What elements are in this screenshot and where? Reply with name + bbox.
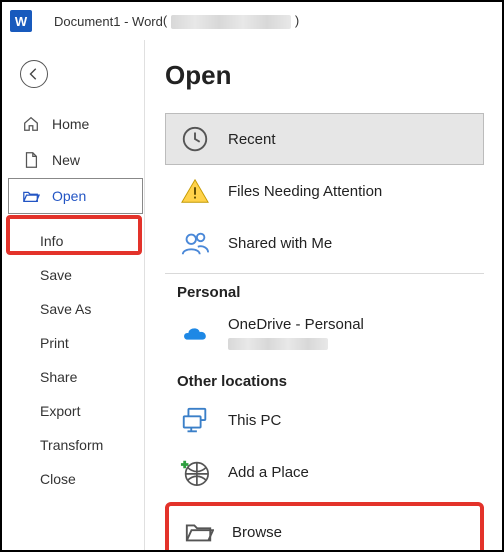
titlebar: W Document1 - Word ( ) bbox=[2, 2, 502, 40]
location-label: OneDrive - Personal bbox=[228, 316, 364, 352]
backstage-sidebar: Home New Open Info Save Save As Print Sh… bbox=[2, 40, 145, 550]
location-label: Files Needing Attention bbox=[228, 183, 382, 200]
highlight-browse: Browse bbox=[165, 502, 484, 550]
warning-icon bbox=[180, 176, 210, 206]
sidebar-item-print[interactable]: Print bbox=[2, 326, 144, 360]
sidebar-item-new[interactable]: New bbox=[2, 142, 144, 178]
sidebar-item-home[interactable]: Home bbox=[2, 106, 144, 142]
location-label: Recent bbox=[228, 131, 276, 148]
sidebar-item-label: Open bbox=[52, 188, 86, 204]
folder-open-icon bbox=[22, 187, 40, 205]
section-other: Other locations bbox=[177, 373, 484, 390]
open-panel: Open Recent Files Needing Attention Shar… bbox=[145, 40, 502, 550]
onedrive-icon bbox=[180, 319, 210, 349]
location-thispc[interactable]: This PC bbox=[165, 394, 484, 446]
sidebar-item-open[interactable]: Open bbox=[8, 178, 143, 214]
redacted-account bbox=[228, 338, 328, 350]
clock-icon bbox=[180, 124, 210, 154]
sidebar-item-info[interactable]: Info bbox=[2, 224, 144, 258]
back-button[interactable] bbox=[20, 60, 48, 88]
location-label: Add a Place bbox=[228, 464, 309, 481]
sidebar-item-close[interactable]: Close bbox=[2, 462, 144, 496]
redacted-user: ( ) bbox=[163, 13, 299, 29]
add-place-icon bbox=[180, 457, 210, 487]
location-shared[interactable]: Shared with Me bbox=[165, 217, 484, 269]
sidebar-item-saveas[interactable]: Save As bbox=[2, 292, 144, 326]
location-browse[interactable]: Browse bbox=[169, 506, 480, 550]
sidebar-item-export[interactable]: Export bbox=[2, 394, 144, 428]
document-title: Document1 - Word ( ) bbox=[54, 13, 299, 29]
sidebar-item-label: New bbox=[52, 152, 80, 168]
home-icon bbox=[22, 115, 40, 133]
location-onedrive[interactable]: OneDrive - Personal bbox=[165, 305, 484, 363]
section-personal: Personal bbox=[177, 284, 484, 301]
people-icon bbox=[180, 228, 210, 258]
sidebar-item-share[interactable]: Share bbox=[2, 360, 144, 394]
location-label: Browse bbox=[232, 524, 282, 541]
this-pc-icon bbox=[180, 405, 210, 435]
location-recent[interactable]: Recent bbox=[165, 113, 484, 165]
arrow-left-icon bbox=[27, 67, 41, 81]
app-logo: W bbox=[10, 10, 32, 32]
location-attention[interactable]: Files Needing Attention bbox=[165, 165, 484, 217]
sidebar-item-label: Home bbox=[52, 116, 89, 132]
location-label: Shared with Me bbox=[228, 235, 332, 252]
sidebar-item-transform[interactable]: Transform bbox=[2, 428, 144, 462]
new-doc-icon bbox=[22, 151, 40, 169]
location-label: This PC bbox=[228, 412, 281, 429]
folder-open-icon bbox=[184, 517, 214, 547]
document-title-text: Document1 - Word bbox=[54, 14, 163, 29]
sidebar-item-save[interactable]: Save bbox=[2, 258, 144, 292]
divider bbox=[165, 273, 484, 274]
page-title: Open bbox=[165, 60, 484, 91]
location-addplace[interactable]: Add a Place bbox=[165, 446, 484, 498]
onedrive-title: OneDrive - Personal bbox=[228, 316, 364, 333]
